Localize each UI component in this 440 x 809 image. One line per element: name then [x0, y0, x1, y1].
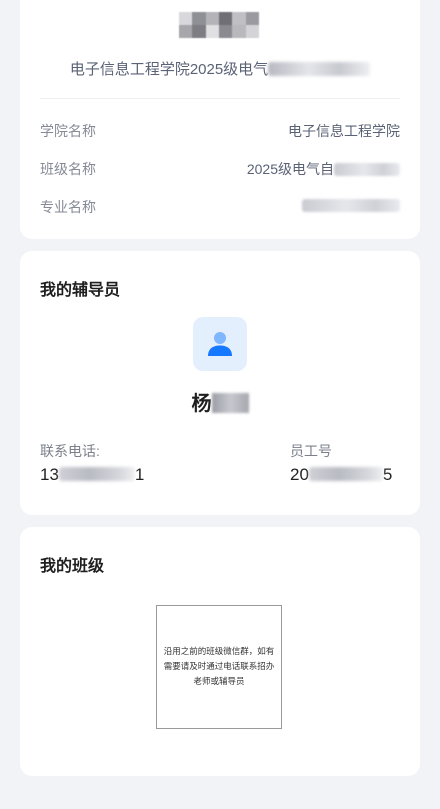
- counselor-name-visible: 杨: [191, 393, 212, 415]
- class-value: 2025级电气自: [246, 161, 334, 177]
- redacted-text: [302, 199, 400, 212]
- user-icon: [208, 332, 232, 356]
- employee-id-prefix: 20: [290, 465, 309, 484]
- my-class-card: 我的班级 沿用之前的班级微信群，如有需要请及时通过电话联系招办老师或辅导员: [20, 527, 420, 776]
- counselor-card: 我的辅导员 杨 联系电话: 13 1 员工号 20 5: [20, 251, 420, 515]
- college-row: 学院名称 电子信息工程学院: [40, 121, 400, 141]
- class-row: 班级名称 2025级电气自: [40, 159, 400, 179]
- employee-id-label: 员工号: [290, 443, 332, 459]
- college-value: 电子信息工程学院: [288, 123, 400, 139]
- class-group-notice: 沿用之前的班级微信群，如有需要请及时通过电话联系招办老师或辅导员: [163, 646, 275, 687]
- class-value-wrap: 2025级电气自: [247, 159, 400, 179]
- employee-id-value: 20 5: [290, 465, 392, 485]
- major-value-wrap: [302, 197, 400, 213]
- student-info-card: 电子信息工程学院2025级电气 学院名称 电子信息工程学院 班级名称 2025级…: [20, 0, 420, 239]
- redacted-text: [334, 163, 400, 176]
- class-label: 班级名称: [40, 161, 96, 177]
- counselor-avatar: [193, 317, 247, 371]
- redacted-text: [58, 467, 135, 481]
- student-class-subtitle: 电子信息工程学院2025级电气: [20, 58, 420, 79]
- class-group-image: 沿用之前的班级微信群，如有需要请及时通过电话联系招办老师或辅导员: [156, 605, 282, 729]
- counselor-section-title: 我的辅导员: [40, 282, 121, 299]
- redacted-text: [211, 393, 249, 413]
- phone-prefix: 13: [40, 465, 59, 484]
- divider: [40, 98, 400, 99]
- my-class-section-title: 我的班级: [40, 558, 105, 575]
- employee-id-suffix: 5: [382, 465, 393, 484]
- redacted-text: [268, 62, 371, 76]
- major-label: 专业名称: [40, 199, 96, 215]
- student-name-redacted: [179, 12, 259, 38]
- redacted-text: [308, 467, 383, 481]
- major-row: 专业名称: [40, 197, 400, 217]
- counselor-name: 杨: [20, 387, 420, 416]
- phone-label: 联系电话:: [40, 443, 100, 459]
- phone-suffix: 1: [134, 465, 145, 484]
- phone-value: 13 1: [40, 465, 144, 485]
- student-class-subtitle-text: 电子信息工程学院2025级电气: [69, 61, 269, 78]
- college-label: 学院名称: [40, 123, 96, 139]
